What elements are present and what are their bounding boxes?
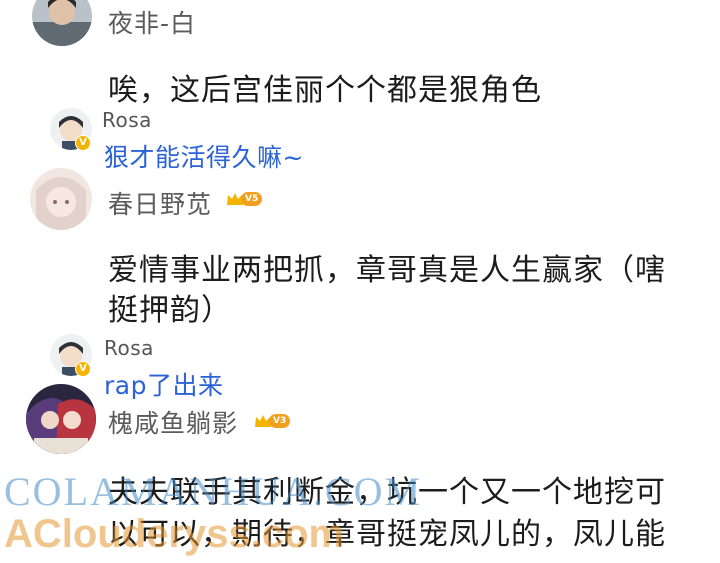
reply-text: 狠才能活得久嘛~ — [104, 143, 304, 172]
reply-text: rap了出来 — [104, 371, 224, 400]
comment-text: 挺押韵） — [108, 293, 232, 328]
level-badge: V5 — [226, 190, 263, 208]
avatar[interactable] — [32, 0, 92, 46]
user-avatar-icon — [30, 168, 92, 230]
level-badge: V3 — [254, 412, 291, 430]
user-avatar-icon — [26, 384, 96, 454]
reply-username[interactable]: Rosa — [104, 336, 154, 360]
level-label: V5 — [241, 192, 263, 206]
avatar[interactable] — [30, 168, 92, 230]
comment-username[interactable]: 夜非-白 — [108, 4, 196, 40]
verified-badge-icon: V — [75, 361, 91, 377]
reply-username[interactable]: Rosa — [102, 108, 152, 132]
verified-badge-icon: V — [75, 135, 91, 151]
watermark: COLAMANHUA.COM — [4, 469, 423, 514]
avatar[interactable] — [26, 384, 96, 454]
comment-text: 唉，这后宫佳丽个个都是狠角色 — [108, 73, 542, 108]
comment-text: 爱情事业两把抓，章哥真是人生赢家（嗐 — [108, 253, 666, 288]
comment-username[interactable]: 槐咸鱼躺影 — [108, 404, 238, 440]
level-label: V3 — [269, 414, 291, 428]
watermark: AClouderyss.com — [4, 512, 345, 556]
comment-username[interactable]: 春日野苋 — [108, 185, 212, 221]
user-avatar-icon — [32, 0, 92, 46]
